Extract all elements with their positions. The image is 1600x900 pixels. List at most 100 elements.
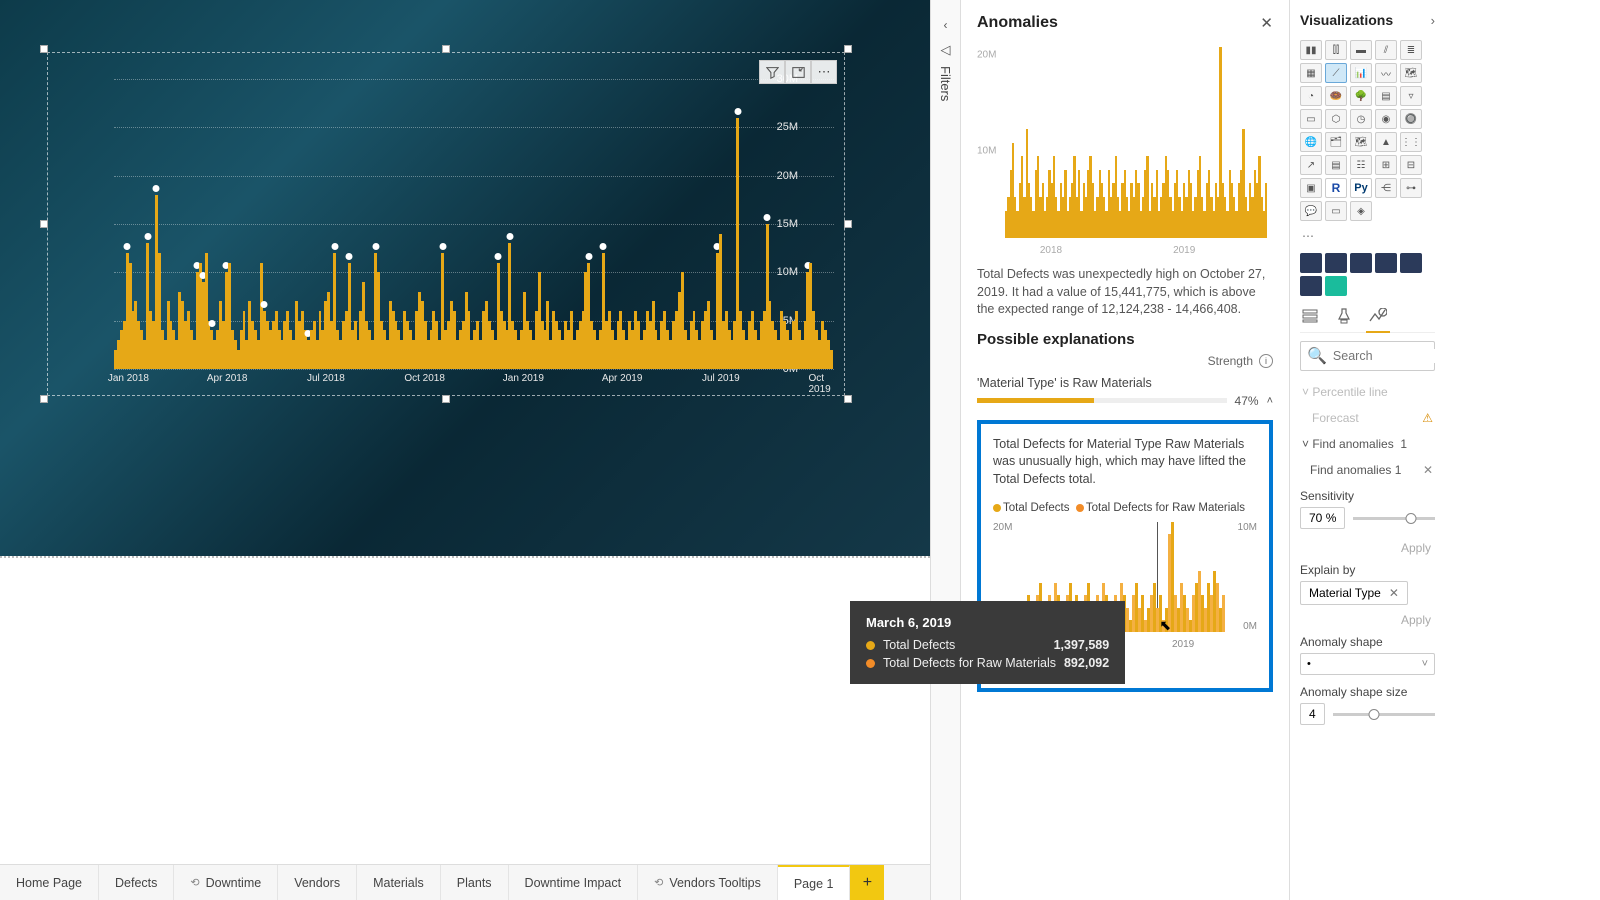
main-chart-visual[interactable]: ⋯ 0M5M10M15M20M25M30M Jan 2018Apr 2018Ju…	[47, 52, 845, 396]
anomaly-size-slider[interactable]	[1333, 713, 1435, 716]
chart-more-button[interactable]: ⋯	[811, 60, 837, 84]
viz-type-icon[interactable]: ▮▮	[1300, 40, 1322, 60]
prop-find-anomalies-item[interactable]: Find anomalies 1 ✕	[1300, 457, 1435, 483]
page-tab[interactable]: Plants	[441, 865, 509, 900]
viz-type-icon[interactable]: 〰	[1375, 63, 1397, 83]
viz-type-icon[interactable]: ↗	[1300, 155, 1322, 175]
filters-label: Filters	[938, 66, 953, 101]
page-tab[interactable]: ⟲Vendors Tooltips	[638, 865, 778, 900]
anomaly-size-input[interactable]: 4	[1300, 703, 1325, 725]
remove-icon[interactable]: ✕	[1423, 463, 1433, 477]
viz-more-icon[interactable]: ⋯	[1302, 229, 1433, 243]
report-canvas[interactable]: ⋯ 0M5M10M15M20M25M30M Jan 2018Apr 2018Ju…	[0, 0, 930, 900]
page-tab[interactable]: Downtime Impact	[509, 865, 639, 900]
filters-icon[interactable]: ◁	[941, 42, 951, 58]
tooltip-series-dot	[866, 641, 875, 650]
viz-type-icon[interactable]: ▤	[1325, 155, 1347, 175]
viz-type-icon[interactable]: 🗺	[1400, 63, 1422, 83]
viz-type-icon[interactable]: ≣	[1400, 40, 1422, 60]
viz-type-icon[interactable]: R	[1325, 178, 1347, 198]
chip-remove-icon[interactable]: ✕	[1389, 586, 1399, 600]
add-page-button[interactable]: +	[850, 865, 884, 900]
viz-type-icon[interactable]: ☷	[1350, 155, 1372, 175]
viz-type-icon[interactable]: ▤	[1375, 86, 1397, 106]
prop-find-anomalies[interactable]: ˅ Find anomalies 1	[1300, 431, 1435, 457]
chart-filter-button[interactable]	[759, 60, 785, 84]
viz-type-icon[interactable]: ◷	[1350, 109, 1372, 129]
sensitivity-slider[interactable]	[1353, 517, 1435, 520]
page-tab[interactable]: Materials	[357, 865, 441, 900]
viz-type-icon[interactable]: ⟋	[1325, 63, 1347, 83]
sensitivity-apply-button[interactable]: Apply	[1300, 539, 1435, 557]
sensitivity-input[interactable]: 70 %	[1300, 507, 1345, 529]
explanation-collapse-chevron[interactable]: ˄	[1267, 395, 1273, 407]
analytics-tab[interactable]	[1368, 306, 1388, 326]
viz-type-icon[interactable]: ⋮⋮	[1400, 132, 1422, 152]
viz-type-icon[interactable]: ⊶	[1400, 178, 1422, 198]
explain-apply-button[interactable]: Apply	[1300, 611, 1435, 629]
viz-type-icon[interactable]: ⋲	[1375, 178, 1397, 198]
visualizations-panel: Visualizations › ▮▮⫿⫿▬⫽≣▦⟋📊〰🗺◔🍩🌳▤▿▭⬡◷◉🔘🌐…	[1290, 0, 1445, 900]
custom-viz-icon[interactable]	[1400, 253, 1422, 273]
chart-focus-button[interactable]	[785, 60, 811, 84]
info-icon[interactable]: i	[1259, 354, 1273, 368]
explain-by-chip[interactable]: Material Type ✕	[1300, 581, 1408, 605]
viz-type-icon[interactable]: ▬	[1350, 40, 1372, 60]
viz-type-icon[interactable]: 📊	[1350, 63, 1372, 83]
chart-tooltip: March 6, 2019 Total Defects 1,397,589 To…	[850, 601, 1125, 684]
viz-type-icon[interactable]: 🗂	[1325, 132, 1347, 152]
format-tab[interactable]	[1334, 306, 1354, 326]
search-input[interactable]	[1333, 349, 1445, 363]
tab-hidden-icon: ⟲	[654, 876, 663, 889]
filters-pane-collapsed[interactable]: ‹ ◁ Filters	[930, 0, 960, 900]
viz-type-icon[interactable]: 🌳	[1350, 86, 1372, 106]
page-tab-strip: Home PageDefects⟲DowntimeVendorsMaterial…	[0, 864, 930, 900]
custom-viz-icon[interactable]	[1325, 276, 1347, 296]
viz-type-icon[interactable]: 🌐	[1300, 132, 1322, 152]
page-tab[interactable]: Defects	[99, 865, 174, 900]
viz-type-icon[interactable]: ▭	[1300, 109, 1322, 129]
anomaly-shape-label: Anomaly shape	[1300, 635, 1435, 649]
anomaly-shape-select[interactable]: •˅	[1300, 653, 1435, 675]
viz-type-icon[interactable]: ⫿⫿	[1325, 40, 1347, 60]
viz-type-icon[interactable]: ⫽	[1375, 40, 1397, 60]
anomalies-close-button[interactable]: ✕	[1260, 14, 1273, 32]
filters-expand-chevron[interactable]: ‹	[944, 18, 948, 32]
viz-type-icon[interactable]: ⊞	[1375, 155, 1397, 175]
prop-percentile-line[interactable]: ˅ Percentile line	[1300, 379, 1435, 405]
explanation-item-text: 'Material Type' is Raw Materials	[977, 376, 1273, 390]
viz-type-icon[interactable]: 💬	[1300, 201, 1322, 221]
viz-type-icon[interactable]: ▣	[1300, 178, 1322, 198]
viz-type-icon[interactable]: ▿	[1400, 86, 1422, 106]
page-tab[interactable]: Home Page	[0, 865, 99, 900]
custom-viz-icon[interactable]	[1325, 253, 1347, 273]
custom-viz-icon[interactable]	[1300, 253, 1322, 273]
viz-type-icon[interactable]: Py	[1350, 178, 1372, 198]
prop-forecast[interactable]: Forecast ⚠	[1300, 405, 1435, 431]
anomalies-mini-chart[interactable]: 10M20M 20182019	[977, 42, 1273, 260]
viz-type-icon[interactable]: ▦	[1300, 63, 1322, 83]
custom-viz-icon[interactable]	[1300, 276, 1322, 296]
page-tab[interactable]: Vendors	[278, 865, 357, 900]
custom-viz-icon[interactable]	[1375, 253, 1397, 273]
page-tab[interactable]: Page 1	[778, 865, 851, 900]
viz-type-icon[interactable]: ◔	[1300, 86, 1322, 106]
explain-by-label: Explain by	[1300, 563, 1435, 577]
viz-type-icon[interactable]: ⬡	[1325, 109, 1347, 129]
viz-type-icon[interactable]: 🗺	[1350, 132, 1372, 152]
viz-type-icon[interactable]: 🔘	[1400, 109, 1422, 129]
anomalies-title: Anomalies	[977, 14, 1058, 32]
analytics-search[interactable]: 🔍	[1300, 341, 1435, 371]
strength-bar	[977, 398, 1227, 403]
search-icon: 🔍	[1307, 346, 1327, 366]
page-tab[interactable]: ⟲Downtime	[174, 865, 278, 900]
viz-type-icon[interactable]: ◉	[1375, 109, 1397, 129]
visualizations-collapse-chevron[interactable]: ›	[1431, 13, 1435, 28]
viz-type-icon[interactable]: 🍩	[1325, 86, 1347, 106]
fields-tab[interactable]	[1300, 306, 1320, 326]
viz-type-icon[interactable]: ▲	[1375, 132, 1397, 152]
custom-viz-icon[interactable]	[1350, 253, 1372, 273]
viz-type-icon[interactable]: ◈	[1350, 201, 1372, 221]
viz-type-icon[interactable]: ▭	[1325, 201, 1347, 221]
viz-type-icon[interactable]: ⊟	[1400, 155, 1422, 175]
